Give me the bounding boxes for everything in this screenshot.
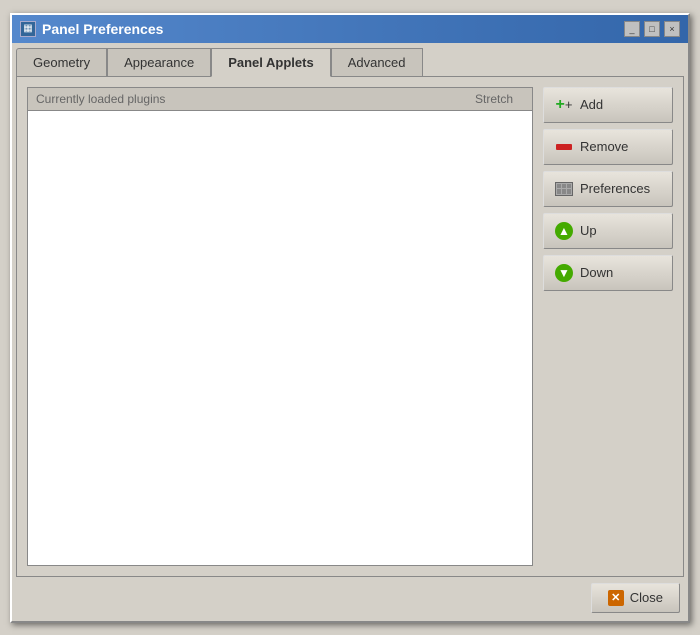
titlebar: ▦ Panel Preferences _ □ ×: [12, 15, 688, 43]
close-button[interactable]: ✕ Close: [591, 583, 680, 613]
add-label: Add: [580, 97, 603, 112]
plugin-list-body[interactable]: [28, 111, 532, 565]
remove-button[interactable]: Remove: [543, 129, 673, 165]
tab-geometry[interactable]: Geometry: [16, 48, 107, 77]
down-button[interactable]: ▼ Down: [543, 255, 673, 291]
remove-label: Remove: [580, 139, 628, 154]
up-button[interactable]: ▲ Up: [543, 213, 673, 249]
titlebar-controls: _ □ ×: [624, 21, 680, 37]
tab-panel-applets[interactable]: Panel Applets: [211, 48, 330, 77]
window-title: Panel Preferences: [42, 21, 163, 37]
remove-minus-icon: [556, 144, 572, 150]
plugin-list-container: Currently loaded plugins Stretch: [27, 87, 533, 566]
maximize-button[interactable]: □: [644, 21, 660, 37]
remove-icon: [554, 137, 574, 157]
titlebar-icon: ▦: [20, 21, 36, 37]
panel-body: Currently loaded plugins Stretch + Add: [27, 87, 673, 566]
up-arrow-icon: ▲: [555, 222, 573, 240]
tab-advanced[interactable]: Advanced: [331, 48, 423, 77]
down-arrow-icon: ▼: [555, 264, 573, 282]
close-window-button[interactable]: ×: [664, 21, 680, 37]
close-x-icon: ✕: [608, 590, 624, 606]
col-header-stretch: Stretch: [464, 92, 524, 106]
add-plus-icon: +: [555, 96, 573, 114]
col-header-name: Currently loaded plugins: [36, 92, 464, 106]
add-button[interactable]: + Add: [543, 87, 673, 123]
bottom-bar: ✕ Close: [16, 577, 684, 617]
tab-bar: Geometry Appearance Panel Applets Advanc…: [16, 47, 684, 76]
down-icon: ▼: [554, 263, 574, 283]
up-icon: ▲: [554, 221, 574, 241]
plugin-list-header: Currently loaded plugins Stretch: [28, 88, 532, 111]
minimize-button[interactable]: _: [624, 21, 640, 37]
content-area: Geometry Appearance Panel Applets Advanc…: [12, 43, 688, 621]
prefs-grid-icon: [555, 182, 573, 196]
preferences-label: Preferences: [580, 181, 650, 196]
close-label: Close: [630, 590, 663, 605]
side-buttons: + Add Remove: [543, 87, 673, 566]
tab-appearance[interactable]: Appearance: [107, 48, 211, 77]
preferences-button[interactable]: Preferences: [543, 171, 673, 207]
tab-content-panel-applets: Currently loaded plugins Stretch + Add: [16, 76, 684, 577]
down-label: Down: [580, 265, 613, 280]
up-label: Up: [580, 223, 597, 238]
add-icon: +: [554, 95, 574, 115]
main-window: ▦ Panel Preferences _ □ × Geometry Appea…: [10, 13, 690, 623]
titlebar-left: ▦ Panel Preferences: [20, 21, 163, 37]
preferences-icon: [554, 179, 574, 199]
